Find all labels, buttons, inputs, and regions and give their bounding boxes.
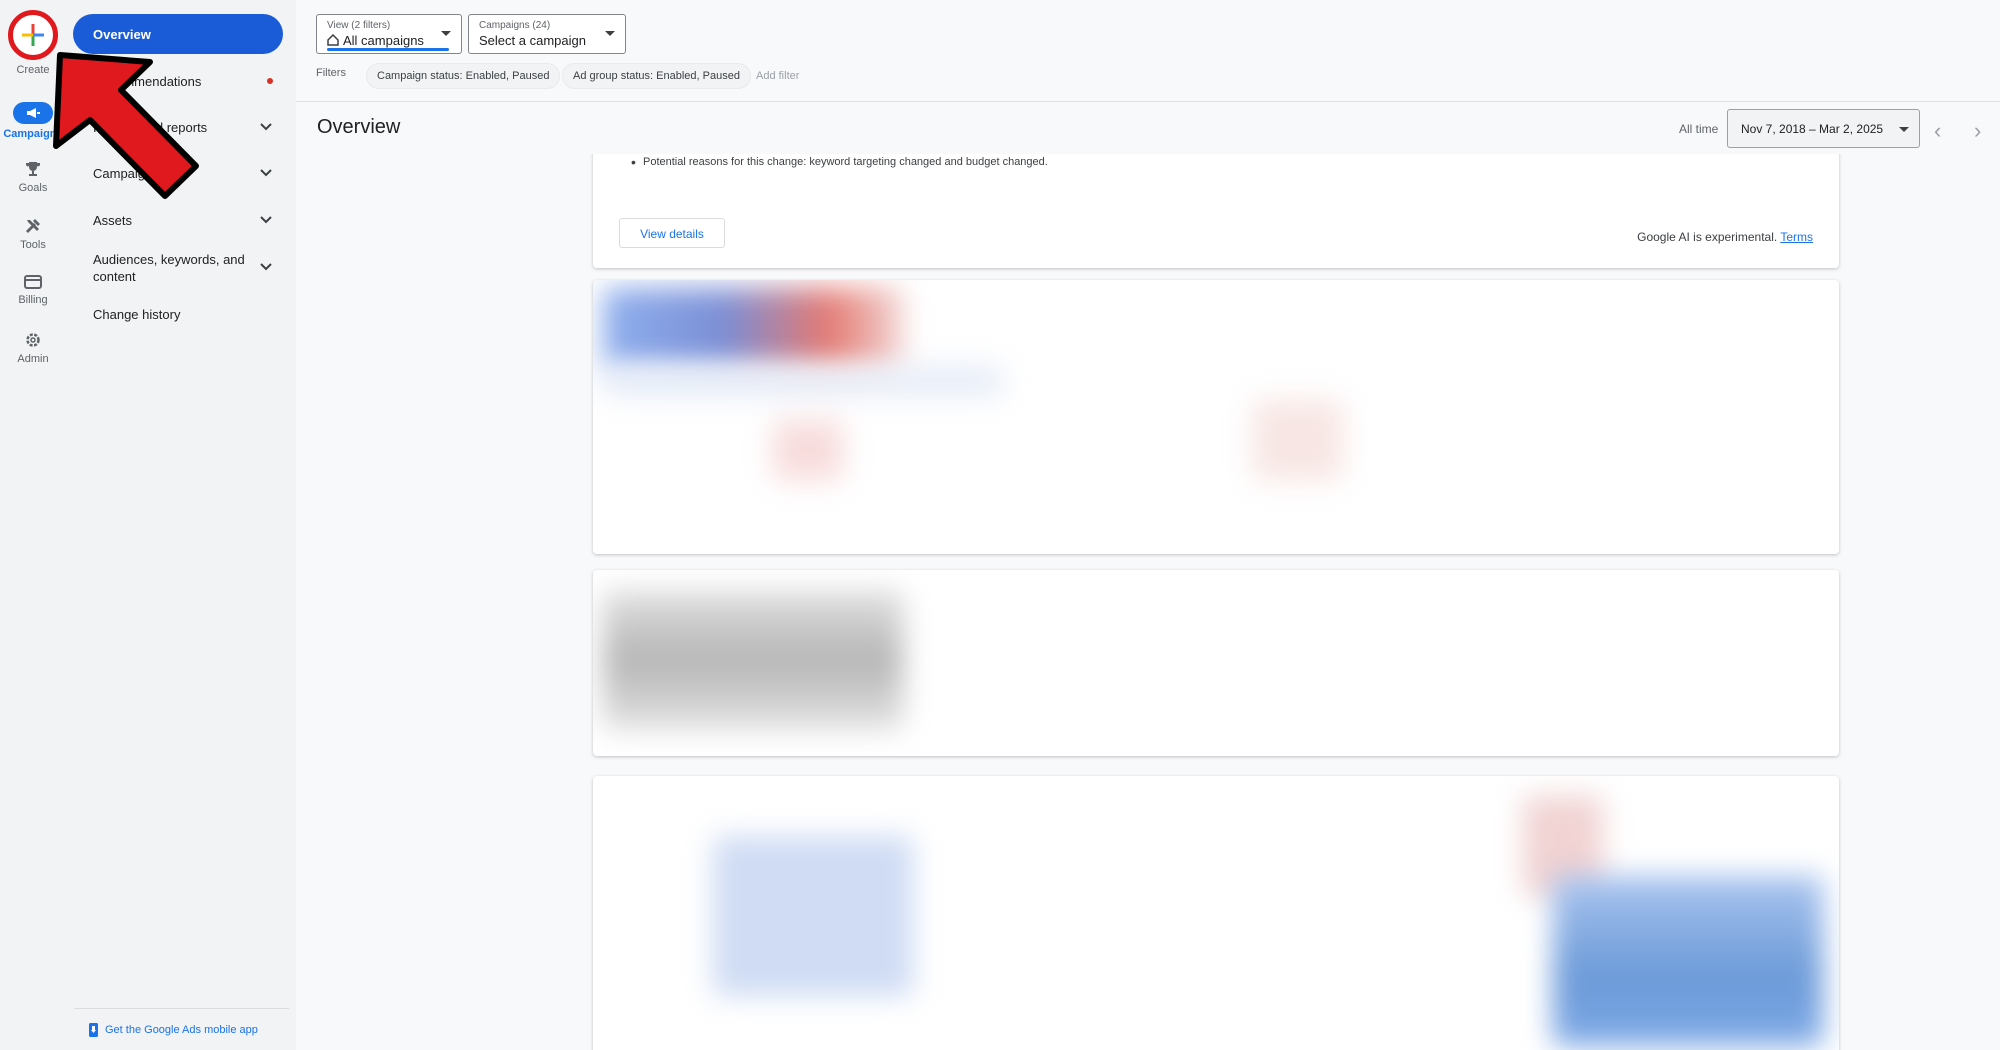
mobile-phone-icon: [89, 1023, 98, 1037]
dropdown-caret-icon: [605, 31, 615, 36]
home-icon: [327, 33, 339, 46]
dropdown-caret-icon: [1899, 127, 1909, 132]
tools-icon: [26, 219, 40, 233]
nav-item-overview[interactable]: Overview: [73, 14, 283, 54]
nav-item-campaigns[interactable]: Campaigns: [93, 166, 273, 181]
date-range-label: All time: [1679, 122, 1719, 136]
plus-icon: [22, 24, 44, 46]
rail-label-admin: Admin: [17, 353, 49, 365]
nav-label-assets: Assets: [93, 213, 133, 228]
view-selector-underline: [327, 48, 449, 51]
nav-item-audiences[interactable]: Audiences, keywords, and content: [93, 251, 273, 285]
add-filter-link[interactable]: Add filter: [756, 70, 799, 82]
view-selector[interactable]: View (2 filters) All campaigns: [316, 14, 462, 54]
view-selector-text: All campaigns: [343, 33, 424, 48]
filter-chip-campaign-status[interactable]: Campaign status: Enabled, Paused: [366, 63, 561, 89]
filter-chip-ad-group-status[interactable]: Ad group status: Enabled, Paused: [562, 63, 751, 89]
blurred-content: [1553, 876, 1823, 1046]
nav-label-insights-reports: Insights and reports: [93, 120, 208, 135]
filters-label: Filters: [316, 67, 346, 79]
view-selector-label: View (2 filters): [327, 20, 391, 31]
blurred-content: [773, 420, 843, 480]
mobile-app-label: Get the Google Ads mobile app: [105, 1024, 258, 1036]
rail-item-billing[interactable]: Billing: [0, 274, 66, 306]
ai-disclaimer-text: Google AI is experimental.: [1637, 230, 1778, 244]
dropdown-caret-icon: [441, 31, 451, 36]
rail-label-campaigns: Campaigns: [3, 128, 63, 140]
nav-item-assets[interactable]: Assets: [93, 213, 273, 228]
nav-item-insights-reports[interactable]: Insights and reports: [93, 120, 273, 135]
rail-label-goals: Goals: [18, 182, 48, 194]
page-title: Overview: [317, 116, 401, 138]
rail-item-admin[interactable]: Admin: [0, 331, 66, 365]
nav-divider: [74, 1008, 289, 1009]
blurred-content: [603, 366, 1003, 396]
credit-card-icon: [24, 275, 42, 289]
chevron-right-icon[interactable]: ›: [1974, 118, 1981, 144]
blurred-chart-card: [593, 280, 1839, 554]
ai-insight-bullet: Potential reasons for this change: keywo…: [631, 154, 1048, 170]
rail-item-goals[interactable]: Goals: [0, 160, 66, 194]
rail-item-tools[interactable]: Tools: [0, 217, 66, 251]
create-label: Create: [16, 64, 50, 76]
chevron-down-icon: [260, 263, 272, 271]
nav-label-campaigns: Campaigns: [93, 166, 159, 181]
ai-disclaimer: Google AI is experimental. Terms: [1637, 230, 1813, 244]
nav-label-audiences-2: content: [93, 269, 136, 284]
nav-item-recommendations[interactable]: Recommendations: [93, 74, 273, 89]
date-range-value: Nov 7, 2018 – Mar 2, 2025: [1741, 122, 1884, 136]
chevron-left-icon[interactable]: ‹: [1934, 118, 1941, 144]
megaphone-icon: [13, 102, 53, 124]
rail-label-billing: Billing: [18, 294, 48, 306]
chevron-down-icon: [260, 216, 272, 224]
terms-link[interactable]: Terms: [1780, 230, 1813, 244]
nav-label-change-history: Change history: [93, 307, 181, 322]
date-range-picker[interactable]: Nov 7, 2018 – Mar 2, 2025: [1727, 109, 1920, 148]
rail-item-campaigns[interactable]: Campaigns: [0, 102, 66, 140]
blurred-table-card: [593, 570, 1839, 756]
nav-label-audiences-1: Audiences, keywords, and: [93, 252, 245, 267]
view-details-button[interactable]: View details: [619, 218, 725, 248]
top-bar: View (2 filters) All campaigns Campaigns…: [296, 0, 2000, 102]
blurred-graph-card: [593, 776, 1839, 1050]
left-rail: Create Campaigns Goals Tools Billing Adm…: [0, 0, 66, 1050]
blurred-content: [1253, 400, 1343, 480]
notification-dot: [267, 78, 273, 84]
campaign-selector-label: Campaigns (24): [479, 20, 551, 31]
campaign-selector-value: Select a campaign: [479, 33, 586, 48]
view-selector-value: All campaigns: [327, 33, 451, 48]
trophy-icon: [26, 162, 40, 176]
campaign-selector[interactable]: Campaigns (24) Select a campaign: [468, 14, 626, 54]
nav-item-change-history[interactable]: Change history: [93, 307, 273, 322]
blurred-content: [603, 288, 903, 368]
rail-label-tools: Tools: [20, 239, 46, 251]
blurred-content: [603, 590, 903, 730]
nav-label-recommendations: Recommendations: [93, 74, 202, 89]
chevron-down-icon: [260, 169, 272, 177]
create-button[interactable]: [8, 10, 58, 60]
nav-panel: Overview Recommendations Insights and re…: [66, 0, 296, 1050]
gear-icon: [26, 333, 40, 347]
blurred-content: [713, 836, 913, 996]
main-content: Potential reasons for this change: keywo…: [296, 154, 2000, 1050]
chevron-down-icon: [260, 123, 272, 131]
ai-insight-card: Potential reasons for this change: keywo…: [593, 154, 1839, 268]
mobile-app-link[interactable]: Get the Google Ads mobile app: [88, 1022, 258, 1038]
